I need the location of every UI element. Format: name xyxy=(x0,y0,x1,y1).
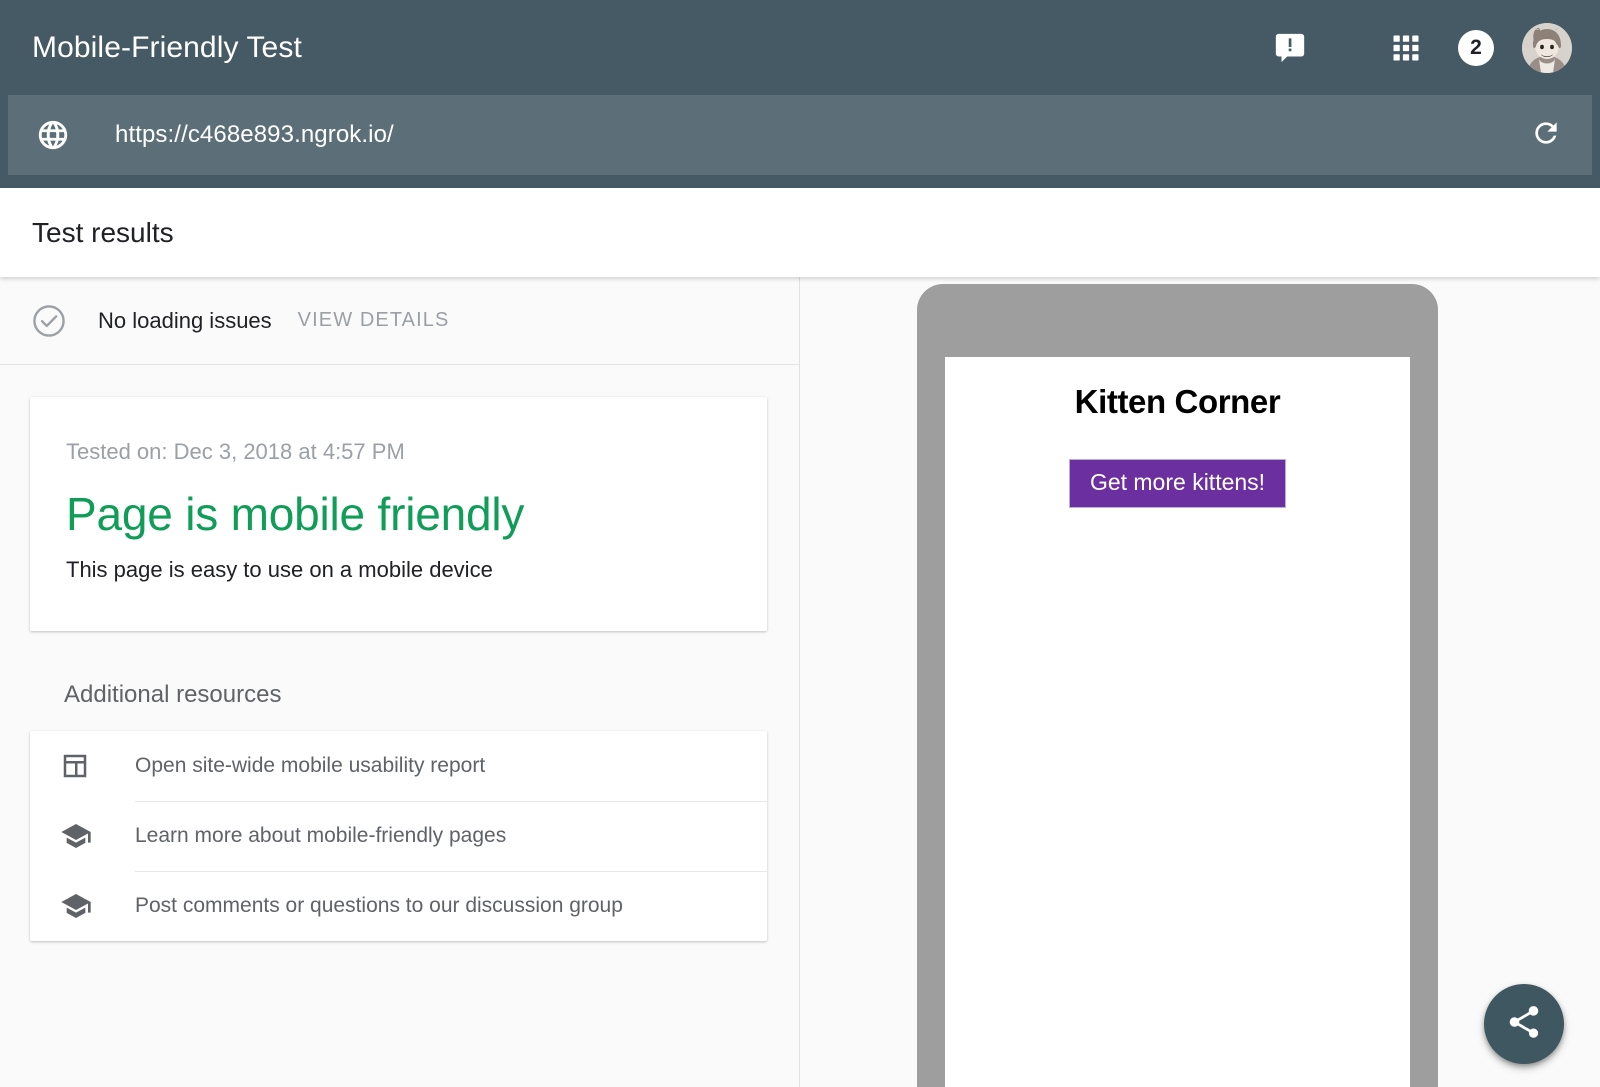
avatar[interactable] xyxy=(1522,23,1572,73)
reload-button[interactable] xyxy=(1522,111,1570,159)
verdict-subtext: This page is easy to use on a mobile dev… xyxy=(66,557,731,583)
phone-mockup: Kitten Corner Get more kittens! xyxy=(917,284,1438,1087)
url-input[interactable]: https://c468e893.ngrok.io/ xyxy=(115,121,1522,149)
preview-page-title: Kitten Corner xyxy=(945,383,1410,421)
preview-pane: Kitten Corner Get more kittens! xyxy=(800,277,1600,1087)
notifications-button[interactable]: 2 xyxy=(1444,16,1508,80)
results-title: Test results xyxy=(32,217,174,249)
resource-row-text-wrap: Open site-wide mobile usability report xyxy=(135,731,767,801)
graduation-cap-icon xyxy=(60,820,100,852)
preview-get-more-kittens-button[interactable]: Get more kittens! xyxy=(1069,459,1286,508)
share-button[interactable] xyxy=(1484,984,1564,1064)
view-details-button[interactable]: VIEW DETAILS xyxy=(298,309,450,332)
resource-label: Post comments or questions to our discus… xyxy=(135,894,623,918)
share-icon xyxy=(1505,1003,1543,1046)
phone-screen-preview: Kitten Corner Get more kittens! xyxy=(945,357,1410,1087)
resource-link-usability-report[interactable]: Open site-wide mobile usability report xyxy=(30,731,767,801)
results-scroll-region: Tested on: Dec 3, 2018 at 4:57 PM Page i… xyxy=(0,365,799,1087)
verdict-card: Tested on: Dec 3, 2018 at 4:57 PM Page i… xyxy=(30,397,767,631)
resource-label: Learn more about mobile-friendly pages xyxy=(135,824,506,848)
results-pane: No loading issues VIEW DETAILS Tested on… xyxy=(0,277,800,1087)
url-input-row[interactable]: https://c468e893.ngrok.io/ xyxy=(8,95,1592,175)
resource-row-text-wrap: Learn more about mobile-friendly pages xyxy=(135,801,767,871)
notification-badge: 2 xyxy=(1458,30,1494,66)
apps-grid-icon xyxy=(1391,33,1421,63)
loading-status-row: No loading issues VIEW DETAILS xyxy=(0,277,799,365)
reload-icon xyxy=(1530,117,1562,154)
feedback-button[interactable] xyxy=(1258,16,1322,80)
content-area: No loading issues VIEW DETAILS Tested on… xyxy=(0,277,1600,1087)
resource-label: Open site-wide mobile usability report xyxy=(135,754,485,778)
globe-icon xyxy=(36,118,70,152)
resource-link-learn-more[interactable]: Learn more about mobile-friendly pages xyxy=(30,801,767,871)
google-apps-button[interactable] xyxy=(1374,16,1438,80)
resource-row-text-wrap: Post comments or questions to our discus… xyxy=(135,871,767,941)
verdict-heading: Page is mobile friendly xyxy=(66,489,731,541)
header-actions: 2 xyxy=(1258,16,1572,80)
check-circle-icon xyxy=(30,302,68,340)
page-title: Mobile-Friendly Test xyxy=(32,33,302,63)
results-header: Test results xyxy=(0,188,1600,277)
report-layout-icon xyxy=(60,751,100,781)
url-bar-container: https://c468e893.ngrok.io/ xyxy=(0,95,1600,188)
loading-status-label: No loading issues xyxy=(98,308,272,334)
resource-link-discussion-group[interactable]: Post comments or questions to our discus… xyxy=(30,871,767,941)
additional-resources-label: Additional resources xyxy=(64,681,767,709)
mobile-friendly-test-app: Mobile-Friendly Test xyxy=(0,0,1600,1087)
graduation-cap-icon xyxy=(60,890,100,922)
additional-resources-card: Open site-wide mobile usability report L… xyxy=(30,731,767,941)
tested-on-timestamp: Tested on: Dec 3, 2018 at 4:57 PM xyxy=(66,439,731,465)
feedback-comment-icon xyxy=(1273,31,1307,65)
app-header-bar: Mobile-Friendly Test xyxy=(0,0,1600,95)
